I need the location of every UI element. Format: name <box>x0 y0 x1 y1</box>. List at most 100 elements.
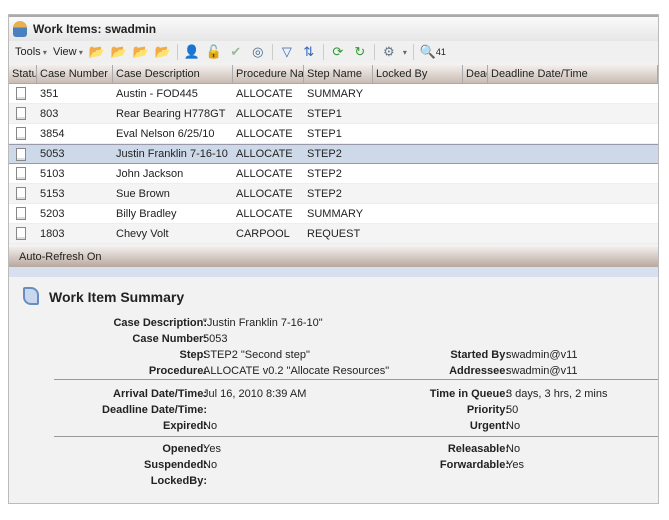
procedure-cell: ALLOCATE <box>236 148 293 160</box>
panel-title: Work Items: swadmin <box>9 15 658 41</box>
col-case-description[interactable]: Case Description <box>113 65 233 83</box>
user-icon <box>13 21 27 37</box>
case-number-cell: 5153 <box>40 187 65 200</box>
table-row[interactable]: 351 Austin - FOD445 ALLOCATE SUMMARY <box>9 84 658 104</box>
schedule-icon[interactable]: 📂 <box>155 44 171 60</box>
case-number-cell: 3854 <box>40 127 65 140</box>
urgent-value: No <box>506 420 521 433</box>
col-deadline-date[interactable]: Deadline Date/Time <box>488 65 658 83</box>
table-row[interactable]: 1803 Chevy Volt CARPOOL REQUEST <box>9 224 658 244</box>
approve-icon[interactable]: ✔ <box>228 44 244 60</box>
started-value: swadmin@v11 <box>506 349 578 361</box>
arrival-label: Arrival Date/Time: <box>113 388 207 401</box>
keep-icon[interactable]: 📂 <box>111 44 127 60</box>
procedure-cell: CARPOOL <box>236 227 290 240</box>
search-icon[interactable]: 🔍 <box>420 44 436 60</box>
case-description-cell: Billy Bradley <box>116 207 177 220</box>
table-row[interactable]: 5103 John Jackson ALLOCATE STEP2 <box>9 164 658 184</box>
work-items-table: Statu Case Number Case Description Proce… <box>9 65 658 244</box>
reallocate-icon[interactable]: 👤 <box>184 44 200 60</box>
col-locked-by[interactable]: Locked By <box>373 65 463 83</box>
step-value: STEP2 "Second step" <box>203 349 310 361</box>
status-cell <box>9 87 37 100</box>
table-header: Statu Case Number Case Description Proce… <box>9 65 658 84</box>
case-description-cell: Sue Brown <box>116 187 170 200</box>
col-step-name[interactable]: Step Name <box>304 65 373 83</box>
document-icon <box>16 227 26 240</box>
separator <box>373 44 375 60</box>
step-label: Step: <box>179 349 208 361</box>
priority-label: Priority: <box>466 404 509 417</box>
procedure-cell: ALLOCATE <box>236 107 293 120</box>
document-icon <box>16 207 26 220</box>
case-description-cell: Eval Nelson 6/25/10 <box>116 127 215 140</box>
expired-value: No <box>203 420 218 433</box>
table-row[interactable]: 5053 Justin Franklin 7-16-10 ALLOCATE ST… <box>9 144 658 164</box>
arrival-value: Jul 16, 2010 8:39 AM <box>203 388 307 401</box>
step-cell: STEP1 <box>307 127 342 140</box>
open-item-icon[interactable]: 📂 <box>89 44 105 60</box>
case-description-cell: Chevy Volt <box>116 227 169 240</box>
book-icon <box>23 287 39 305</box>
num-label: Case Number: <box>132 333 207 345</box>
forwardable-label: Forwardable: <box>439 459 509 472</box>
status-bar: Auto-Refresh On <box>9 247 658 267</box>
forward-icon[interactable]: 📂 <box>133 44 149 60</box>
separator <box>322 44 324 60</box>
table-row[interactable]: 5153 Sue Brown ALLOCATE STEP2 <box>9 184 658 204</box>
divider <box>54 436 658 437</box>
unlock-icon[interactable]: 🔓 <box>206 44 222 60</box>
num-value: 5053 <box>203 333 228 345</box>
document-icon <box>16 87 26 100</box>
col-case-number[interactable]: Case Number <box>37 65 113 83</box>
tools-menu[interactable]: Tools <box>15 46 47 58</box>
step-cell: STEP2 <box>307 167 342 180</box>
started-label: Started By: <box>450 349 509 361</box>
case-number-cell: 5053 <box>40 148 65 160</box>
proc-label: Procedure: <box>148 365 207 377</box>
case-description-cell: Austin - FOD445 <box>116 87 198 100</box>
table-row[interactable]: 3854 Eval Nelson 6/25/10 ALLOCATE STEP1 <box>9 124 658 144</box>
status-cell <box>9 167 37 180</box>
procedure-cell: ALLOCATE <box>236 207 293 220</box>
deadline-label: Deadline Date/Time: <box>102 404 207 417</box>
opened-label: Opened: <box>162 443 207 456</box>
view-menu[interactable]: View <box>53 46 83 58</box>
view-details-icon[interactable]: ◎ <box>250 44 266 60</box>
status-cell <box>9 187 37 200</box>
table-row[interactable]: 5203 Billy Bradley ALLOCATE SUMMARY <box>9 204 658 224</box>
procedure-cell: ALLOCATE <box>236 87 293 100</box>
title-text: Work Items: swadmin <box>33 22 157 36</box>
sort-icon[interactable]: ⇅ <box>301 44 317 60</box>
step-cell: SUMMARY <box>307 207 364 220</box>
step-cell: STEP2 <box>307 148 342 160</box>
document-icon <box>16 127 26 140</box>
col-deadline[interactable]: Deadline <box>463 65 488 83</box>
table-row[interactable]: 803 Rear Bearing H778GT ALLOCATE STEP1 <box>9 104 658 124</box>
procedure-cell: ALLOCATE <box>236 127 293 140</box>
splitter[interactable] <box>9 267 658 277</box>
settings-dropdown-icon[interactable]: ▾ <box>403 48 407 57</box>
col-status[interactable]: Statu <box>9 65 37 83</box>
item-count: 41 <box>435 47 446 57</box>
case-number-cell: 1803 <box>40 227 65 240</box>
status-cell <box>9 107 37 120</box>
case-number-cell: 803 <box>40 107 59 120</box>
releasable-value: No <box>506 443 521 456</box>
separator <box>412 44 414 60</box>
auto-refresh-icon[interactable]: ↻ <box>352 44 368 60</box>
case-description-cell: Rear Bearing H778GT <box>116 107 226 120</box>
col-procedure-name[interactable]: Procedure Name <box>233 65 304 83</box>
desc-label: Case Description: <box>113 317 207 329</box>
summary-title: Work Item Summary <box>49 289 185 305</box>
procedure-cell: ALLOCATE <box>236 167 293 180</box>
opened-value: Yes <box>203 443 221 456</box>
filter-icon[interactable]: ▽ <box>279 44 295 60</box>
case-number-cell: 5103 <box>40 167 65 180</box>
refresh-list-icon[interactable]: ⟳ <box>330 44 346 60</box>
settings-icon[interactable]: ⚙ <box>381 44 397 60</box>
tiq-value: 3 days, 3 hrs, 2 mins <box>506 388 608 401</box>
addr-value: swadmin@v11 <box>506 365 578 377</box>
document-icon <box>16 167 26 180</box>
document-icon <box>16 107 26 120</box>
